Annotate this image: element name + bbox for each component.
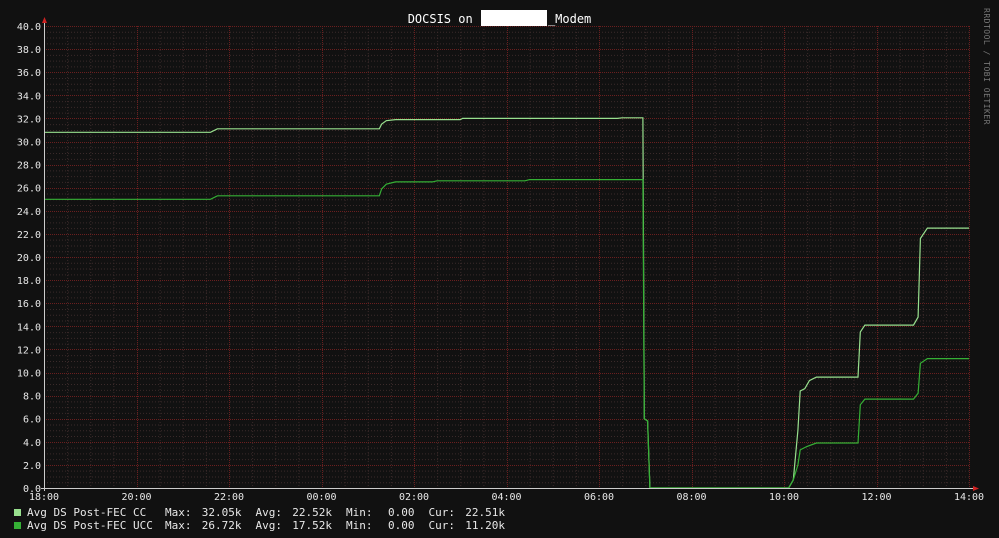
y-tick-label: 32.0 xyxy=(17,114,41,125)
y-tick-label: 2.0 xyxy=(23,461,41,472)
x-axis-arrow xyxy=(973,486,979,491)
legend-cur-value: 22.51k xyxy=(465,506,505,519)
legend-name: Avg DS Post-FEC CC xyxy=(27,506,147,519)
y-tick-label: 20.0 xyxy=(17,253,41,264)
y-tick-label: 38.0 xyxy=(17,45,41,56)
legend: Avg DS Post-FEC CC Max: 32.05k Avg: 22.5… xyxy=(14,506,519,532)
x-tick-label: 00:00 xyxy=(306,492,336,503)
legend-min-label: Min: xyxy=(346,506,373,519)
y-tick-label: 8.0 xyxy=(23,392,41,403)
y-tick-label: 26.0 xyxy=(17,184,41,195)
legend-max-value: 26.72k xyxy=(201,519,242,532)
legend-min-value: 0.00 xyxy=(388,519,415,532)
legend-row-cc: Avg DS Post-FEC CC Max: 32.05k Avg: 22.5… xyxy=(14,506,519,519)
legend-max-label: Max: xyxy=(165,506,192,519)
y-tick-label: 34.0 xyxy=(17,91,41,102)
legend-row-ucc: Avg DS Post-FEC UCC Max: 26.72k Avg: 17.… xyxy=(14,519,519,532)
legend-avg-label: Avg: xyxy=(255,506,283,519)
legend-cur-label: Cur: xyxy=(428,519,456,532)
y-tick-label: 30.0 xyxy=(17,138,41,149)
x-tick-label: 12:00 xyxy=(861,492,891,503)
y-tick-label: 10.0 xyxy=(17,369,41,380)
legend-min-label: Min: xyxy=(346,519,373,532)
y-tick-label: 22.0 xyxy=(17,230,41,241)
y-tick-label: 28.0 xyxy=(17,161,41,172)
legend-cur-value: 11.20k xyxy=(465,519,505,532)
chart-canvas: 0.02.04.06.08.010.012.014.016.018.020.02… xyxy=(17,17,984,503)
legend-max-value: 32.05k xyxy=(201,506,242,519)
x-tick-label: 20:00 xyxy=(121,492,151,503)
x-tick-label: 02:00 xyxy=(399,492,429,503)
chart-title-prefix: DOCSIS on xyxy=(407,12,480,26)
legend-name: Avg DS Post-FEC UCC xyxy=(27,519,153,532)
y-tick-label: 6.0 xyxy=(23,415,41,426)
legend-swatch-ucc xyxy=(14,522,21,529)
chart-title-suffix: _Modem xyxy=(547,12,592,26)
x-tick-label: 14:00 xyxy=(954,492,984,503)
legend-avg-label: Avg: xyxy=(255,519,283,532)
x-tick-label: 10:00 xyxy=(769,492,799,503)
legend-swatch-cc xyxy=(14,509,21,516)
y-tick-label: 36.0 xyxy=(17,68,41,79)
legend-avg-value: 17.52k xyxy=(292,519,332,532)
rrdtool-credit: RRDTOOL / TOBI OETIKER xyxy=(982,8,991,125)
x-tick-label: 06:00 xyxy=(584,492,614,503)
y-tick-label: 14.0 xyxy=(17,322,41,333)
y-tick-label: 18.0 xyxy=(17,276,41,287)
x-tick-label: 22:00 xyxy=(214,492,244,503)
y-tick-label: 24.0 xyxy=(17,207,41,218)
legend-avg-value: 22.52k xyxy=(292,506,332,519)
chart-title: DOCSIS on _Modem xyxy=(0,10,999,26)
y-tick-label: 12.0 xyxy=(17,345,41,356)
x-tick-label: 04:00 xyxy=(491,492,521,503)
y-tick-label: 4.0 xyxy=(23,438,41,449)
legend-min-value: 0.00 xyxy=(388,506,415,519)
x-tick-label: 18:00 xyxy=(29,492,59,503)
legend-cur-label: Cur: xyxy=(428,506,456,519)
redacted-block xyxy=(480,10,547,26)
legend-max-label: Max: xyxy=(165,519,192,532)
x-tick-label: 08:00 xyxy=(676,492,706,503)
y-tick-label: 16.0 xyxy=(17,299,41,310)
